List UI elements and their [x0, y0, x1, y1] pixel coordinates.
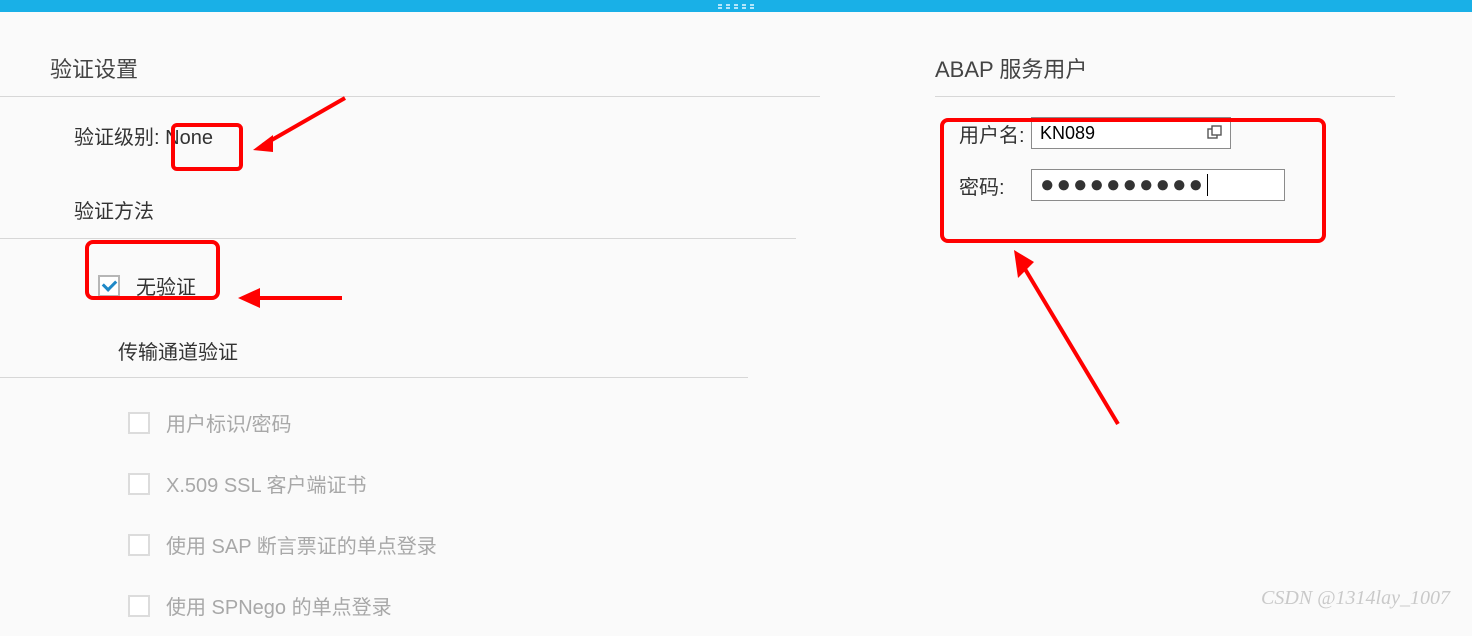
sap-assertion-checkbox	[128, 534, 150, 556]
username-input[interactable]	[1031, 117, 1231, 149]
x509-label: X.509 SSL 客户端证书	[166, 469, 366, 498]
password-value: ●●●●●●●●●●	[1040, 171, 1205, 199]
text-cursor-icon	[1207, 174, 1208, 196]
top-grab-bar[interactable]	[0, 0, 1472, 12]
spnego-label: 使用 SPNego 的单点登录	[166, 591, 392, 620]
auth-option-sap-assertion: 使用 SAP 断言票证的单点登录	[128, 514, 870, 575]
userpass-checkbox	[128, 412, 150, 434]
no-auth-row[interactable]: 无验证	[98, 257, 770, 314]
x509-checkbox	[128, 473, 150, 495]
auth-level-label: 验证级别:	[74, 127, 160, 149]
no-auth-label: 无验证	[136, 271, 196, 300]
value-help-icon	[1207, 125, 1223, 141]
auth-method-title: 验证方法	[0, 195, 796, 239]
auth-level-value: None	[165, 127, 213, 149]
auth-option-spnego: 使用 SPNego 的单点登录	[128, 575, 870, 636]
password-input[interactable]: ●●●●●●●●●●	[1031, 169, 1285, 201]
abap-user-title: ABAP 服务用户	[935, 12, 1395, 97]
annotation-arrow-3	[1000, 244, 1130, 434]
userpass-label: 用户标识/密码	[166, 408, 292, 437]
no-auth-checkbox[interactable]	[98, 275, 120, 297]
password-label: 密码:	[935, 171, 1031, 200]
watermark: CSDN @1314lay_1007	[1261, 587, 1450, 610]
sap-assertion-label: 使用 SAP 断言票证的单点登录	[166, 530, 437, 559]
grab-dots-icon	[718, 4, 754, 9]
username-label: 用户名:	[935, 119, 1031, 148]
auth-option-userpass: 用户标识/密码	[128, 392, 870, 453]
spnego-checkbox	[128, 595, 150, 617]
auth-settings-title: 验证设置	[0, 12, 820, 97]
auth-option-x509: X.509 SSL 客户端证书	[128, 453, 870, 514]
username-lookup-button[interactable]	[1202, 120, 1228, 146]
transport-auth-title: 传输通道验证	[0, 336, 748, 378]
